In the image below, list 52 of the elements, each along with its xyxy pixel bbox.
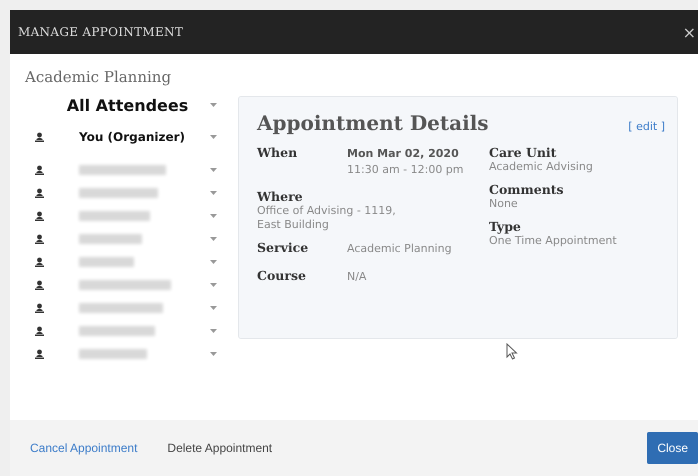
delete-appointment-link[interactable]: Delete Appointment [167,441,272,455]
field-label: Type [489,219,522,234]
blurred-name [79,348,147,358]
field-label: When [257,145,298,162]
caret-icon[interactable] [210,135,217,139]
person-icon [35,234,44,244]
cursor-icon [506,343,518,360]
close-button[interactable]: × [682,22,698,42]
person-icon [35,132,44,142]
field-value: One Time Appointment [489,234,617,248]
field-value: Academic Advising [489,160,594,174]
attendee-name: You (Organizer) [79,130,186,144]
caret-icon[interactable] [210,260,217,264]
field-value: N/A [347,269,366,284]
panel-title: Appointment Details [257,111,490,135]
person-icon [35,348,44,358]
field-value: Mon Mar 02, 2020 [347,146,460,161]
field-value: None [489,197,519,211]
person-icon [35,164,44,174]
field-label: Care Unit [489,145,558,160]
cancel-appointment-link[interactable]: Cancel Appointment [30,441,138,455]
field-value: Academic Planning [347,241,452,256]
caret-icon[interactable] [210,190,217,194]
person-icon [35,188,44,198]
caret-icon[interactable] [210,328,217,332]
field-value: Office of Advising - 1119, [257,204,397,218]
dialog-subtitle: Academic Planning [25,68,172,86]
person-icon [35,210,44,220]
caret-icon[interactable] [210,306,217,310]
person-icon [35,256,44,266]
blurred-name [79,256,134,266]
blurred-name [79,234,142,244]
close-button[interactable]: Close [647,432,698,464]
caret-icon[interactable] [210,352,217,356]
caret-icon[interactable] [210,103,217,107]
window-title: MANAGE APPOINTMENT [18,25,184,39]
caret-icon[interactable] [210,282,217,286]
caret-icon[interactable] [210,236,217,240]
field-value: 11:30 am - 12:00 pm [347,162,464,177]
caret-icon[interactable] [210,168,217,172]
edit-link[interactable]: [ edit ] [628,120,665,133]
person-icon [35,302,44,312]
person-icon [35,326,44,336]
field-value: East Building [257,218,330,232]
caret-icon[interactable] [210,214,217,218]
person-icon [35,280,44,290]
field-label: Course [257,268,307,284]
attendees-heading: All Attendees [66,96,190,114]
field-label: Comments [489,182,565,197]
blurred-name [79,210,150,220]
field-label: Where [257,189,304,204]
field-label: Service [257,240,310,256]
